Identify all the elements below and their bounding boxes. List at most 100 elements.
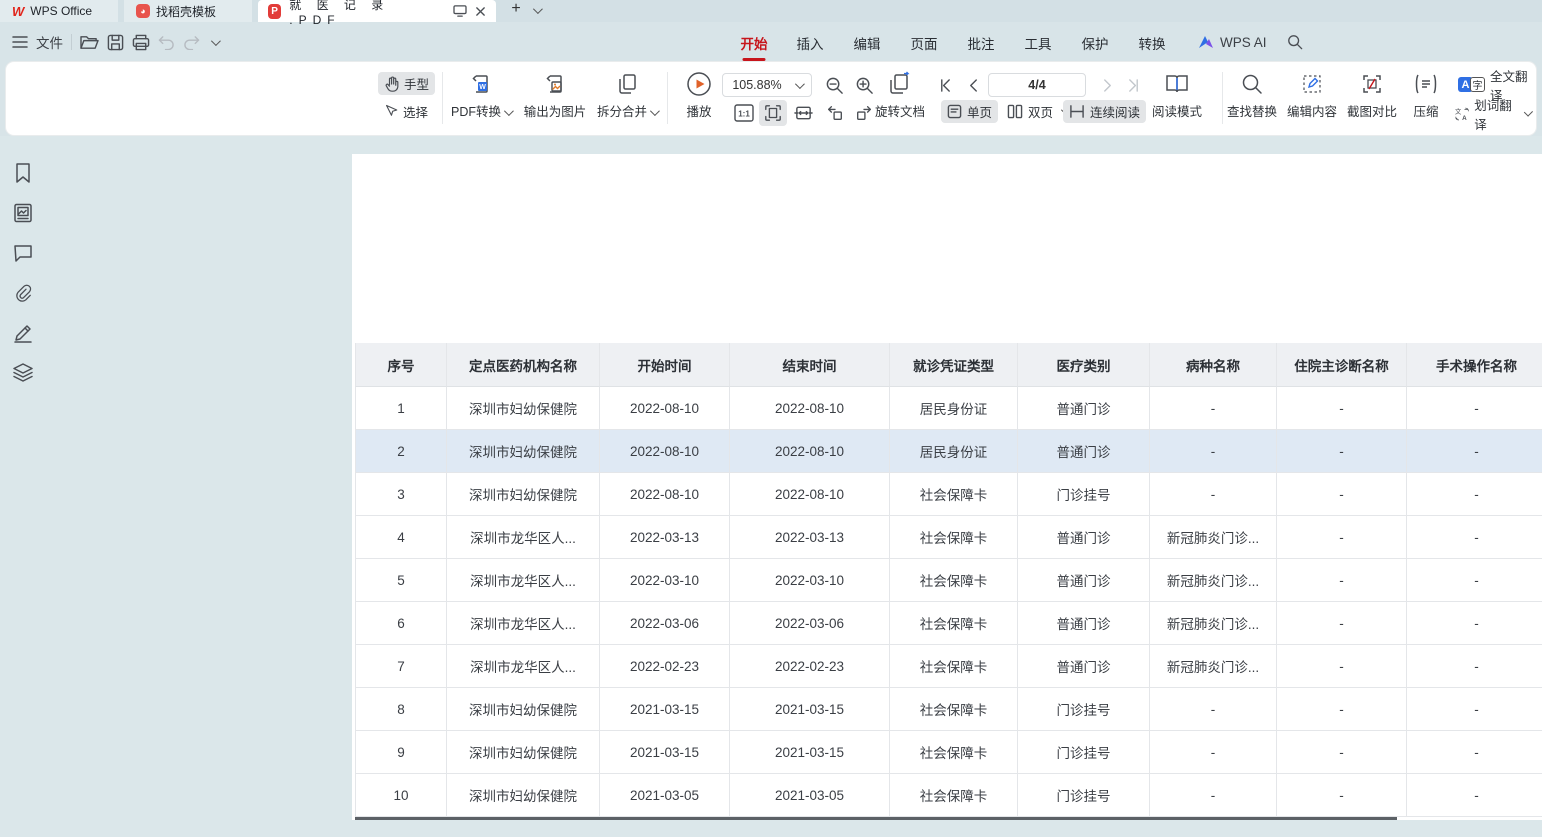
pdf-file-icon: P (268, 4, 281, 19)
rotate-left-button[interactable] (821, 101, 848, 125)
wps-ai-button[interactable]: WPS AI (1220, 35, 1267, 50)
table-cell: 深圳市妇幼保健院 (447, 774, 600, 817)
attachment-icon[interactable] (12, 282, 34, 304)
table-cell: 2021-03-15 (730, 688, 890, 731)
tab-document[interactable]: P 就 医 记 录 .PDF (258, 0, 496, 22)
table-cell: 2022-08-10 (730, 387, 890, 430)
export-image-button[interactable]: 输出为图片 (515, 70, 595, 120)
save-icon[interactable] (107, 34, 124, 51)
table-cell: 1 (355, 387, 447, 430)
tab-convert[interactable]: 转换 (1139, 33, 1166, 53)
signature-icon[interactable] (12, 322, 34, 344)
compress-label: 压缩 (1413, 105, 1438, 119)
table-cell: 5 (355, 559, 447, 602)
compress-button[interactable]: 压缩 (1402, 70, 1450, 120)
close-tab-icon[interactable] (475, 6, 486, 17)
medical-records-table: 序号定点医药机构名称开始时间结束时间就诊凭证类型医疗类别病种名称住院主诊断名称手… (355, 343, 1542, 817)
column-header: 病种名称 (1150, 343, 1277, 387)
tab-insert[interactable]: 插入 (797, 33, 824, 53)
prev-page-button[interactable] (961, 74, 985, 96)
thumbnails-icon[interactable] (12, 202, 34, 224)
bookmark-icon[interactable] (12, 162, 34, 184)
tab-tools[interactable]: 工具 (1025, 33, 1052, 53)
hand-icon (384, 76, 399, 92)
tab-annotate[interactable]: 批注 (968, 33, 995, 53)
file-menu-button[interactable]: 文件 (36, 32, 63, 52)
table-cell: 2022-08-10 (600, 473, 730, 516)
table-cell: 新冠肺炎门诊... (1150, 602, 1277, 645)
tab-wps-office[interactable]: W WPS Office (0, 0, 118, 22)
table-cell: - (1407, 430, 1542, 473)
tab-docer-templates[interactable]: ◕ 找稻壳模板 (124, 0, 252, 22)
search-icon[interactable] (1287, 34, 1303, 50)
find-replace-button[interactable]: 查找替换 (1219, 70, 1285, 120)
read-mode-button[interactable]: 阅读模式 (1144, 70, 1210, 120)
redo-icon (183, 35, 200, 50)
tab-page[interactable]: 页面 (911, 33, 938, 53)
find-replace-icon (1219, 70, 1285, 98)
screenshot-compare-button[interactable]: 截图对比 (1342, 70, 1402, 120)
table-cell: 2 (355, 430, 447, 473)
zoom-chevron-icon (795, 79, 805, 89)
first-page-button[interactable] (933, 74, 957, 96)
cursor-icon (384, 104, 398, 119)
hamburger-icon[interactable] (12, 35, 28, 49)
double-page-label: 双页 (1028, 102, 1053, 121)
table-cell: 居民身份证 (890, 430, 1018, 473)
find-replace-label: 查找替换 (1227, 105, 1277, 119)
last-page-button[interactable] (1121, 74, 1145, 96)
fit-page-button[interactable] (759, 100, 787, 126)
play-button[interactable]: 播放 (673, 70, 725, 120)
word-translate-button[interactable]: 文A 划词翻译 (1449, 102, 1536, 125)
tab-list-chevron-icon[interactable] (530, 3, 540, 17)
split-merge-button[interactable]: 拆分合并 (585, 70, 669, 120)
monitor-icon[interactable] (453, 5, 467, 17)
table-row: 2深圳市妇幼保健院2022-08-102022-08-10居民身份证普通门诊--… (355, 430, 1542, 473)
page-number-input[interactable]: 4/4 (988, 73, 1086, 97)
rotate-right-button[interactable] (850, 101, 877, 125)
column-header: 定点医药机构名称 (447, 343, 600, 387)
fit-page-icon (764, 104, 782, 122)
zoom-out-button[interactable] (820, 73, 848, 97)
fit-width-button[interactable] (789, 101, 817, 125)
tab-wps-office-label: WPS Office (30, 4, 92, 18)
actual-size-button[interactable]: 1:1 (730, 101, 757, 125)
hand-tool-label: 手型 (404, 74, 429, 93)
column-header: 序号 (355, 343, 447, 387)
table-row: 3深圳市妇幼保健院2022-08-102022-08-10社会保障卡门诊挂号--… (355, 473, 1542, 516)
wps-logo-icon: W (12, 4, 24, 19)
column-header: 住院主诊断名称 (1277, 343, 1407, 387)
table-cell: - (1277, 688, 1407, 731)
prev-page-icon (968, 79, 979, 92)
print-icon[interactable] (132, 34, 150, 51)
screenshot-compare-icon (1342, 70, 1402, 98)
pdf-convert-button[interactable]: W PDF转换 (440, 70, 522, 120)
compress-icon (1402, 70, 1450, 98)
new-tab-button[interactable]: + (506, 0, 526, 18)
tab-home[interactable]: 开始 (741, 33, 768, 53)
full-translate-button[interactable]: A字 全文翻译 (1452, 73, 1536, 96)
table-cell: 9 (355, 731, 447, 774)
continuous-read-button[interactable]: 连续阅读 (1063, 100, 1146, 123)
comment-icon[interactable] (12, 242, 34, 264)
select-tool-button[interactable]: 选择 (378, 100, 434, 123)
zoom-level-select[interactable]: 105.88% (722, 73, 812, 97)
table-row: 1深圳市妇幼保健院2022-08-102022-08-10居民身份证普通门诊--… (355, 387, 1542, 430)
open-folder-icon[interactable] (80, 34, 99, 51)
edit-content-icon (1281, 70, 1343, 98)
word-translate-icon: 文A (1455, 106, 1469, 122)
table-cell: - (1407, 602, 1542, 645)
hand-tool-button[interactable]: 手型 (378, 72, 435, 95)
undo-history-chevron-icon[interactable] (211, 36, 221, 46)
document-canvas: 序号定点医药机构名称开始时间结束时间就诊凭证类型医疗类别病种名称住院主诊断名称手… (0, 136, 1542, 837)
edit-content-button[interactable]: 编辑内容 (1281, 70, 1343, 120)
next-page-button[interactable] (1095, 74, 1119, 96)
tab-edit[interactable]: 编辑 (854, 33, 881, 53)
one-to-one-icon: 1:1 (734, 104, 754, 122)
single-page-button[interactable]: 单页 (941, 100, 998, 123)
tab-protect[interactable]: 保护 (1082, 33, 1109, 53)
layers-icon[interactable] (12, 361, 34, 383)
left-panel-bar (0, 140, 44, 837)
table-cell: - (1407, 516, 1542, 559)
svg-text:W: W (479, 84, 486, 91)
